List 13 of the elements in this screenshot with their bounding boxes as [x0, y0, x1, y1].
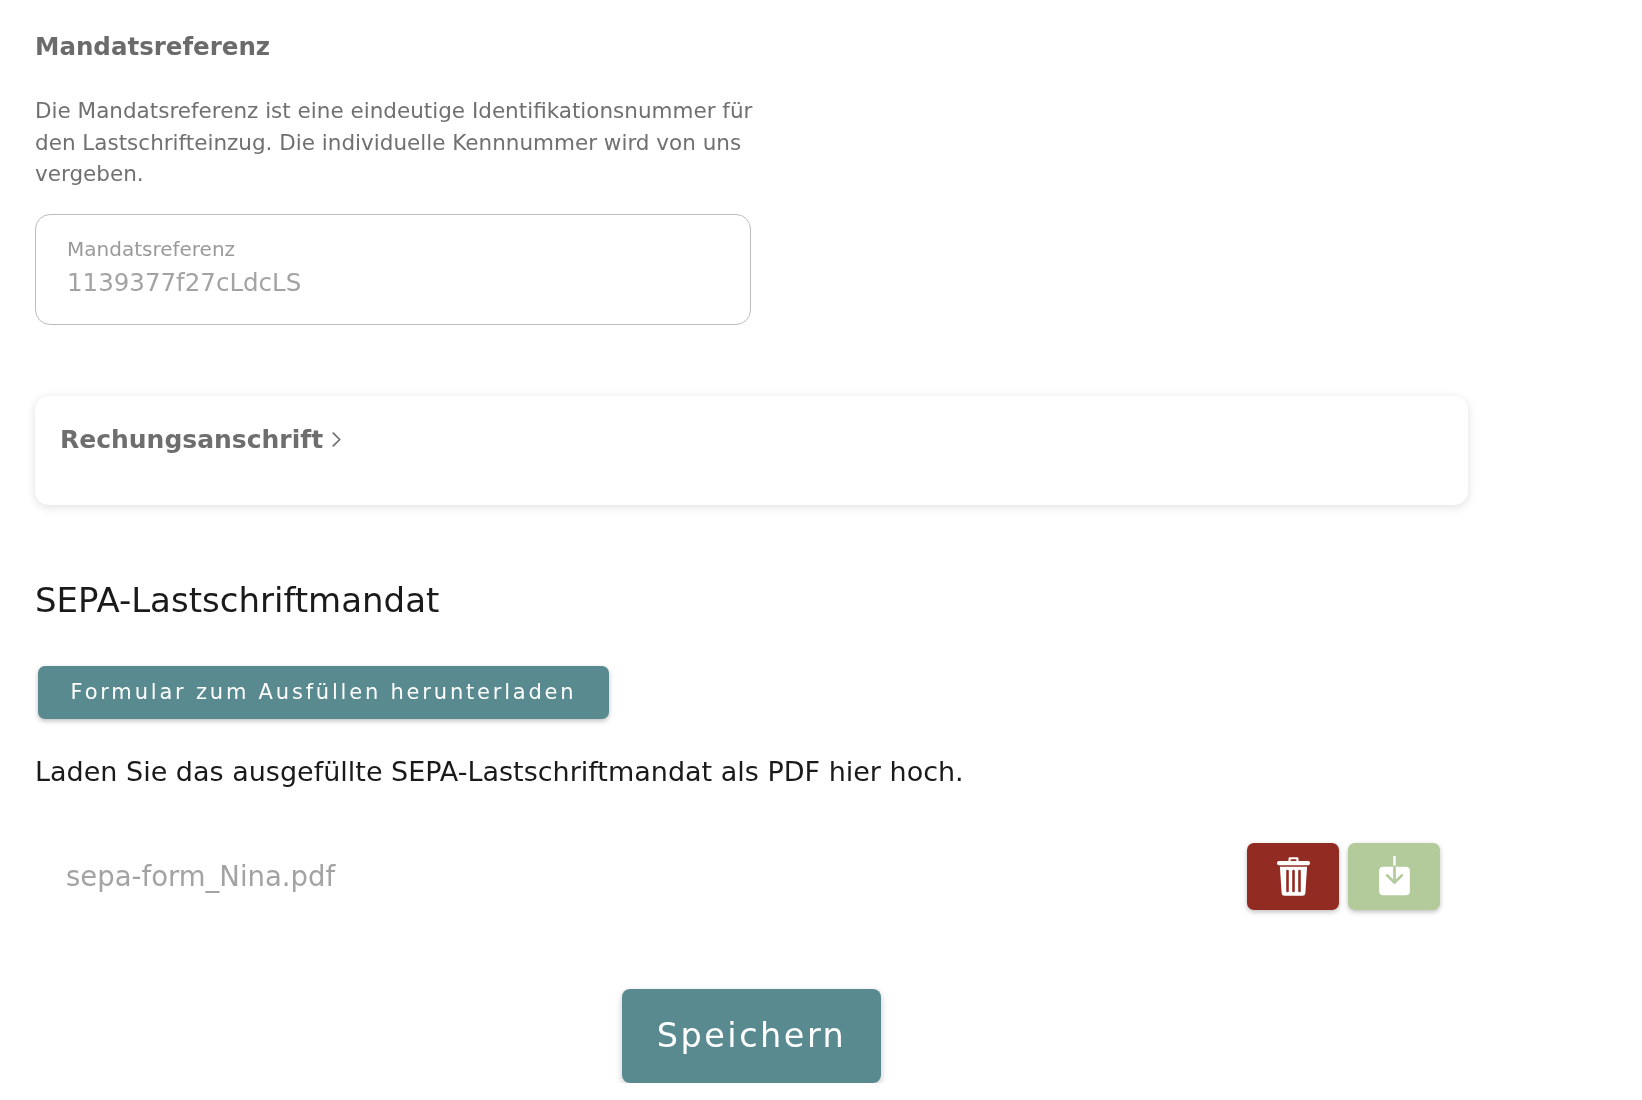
description-text: Die Mandatsreferenz ist eine eindeutige Identifikationsnummer für den Lastschrifteinzug. Die individuelle Kennnummer wird von uns vergeben.	[35, 97, 754, 188]
field-label: Mandatsreferenz	[67, 235, 236, 262]
section-heading: Mandatsreferenz	[35, 32, 271, 62]
delete-button[interactable]	[1247, 842, 1339, 910]
section-heading: SEPA-Lastschriftmandat	[35, 579, 440, 620]
mandate-reference-field[interactable]: Mandatsreferenz 1139377f27cLdcLS	[35, 213, 751, 325]
instruction-text: Laden Sie das ausgefüllte SEPA-Lastschriftmandat als PDF hier hoch.	[35, 755, 964, 788]
trash-icon	[1275, 856, 1311, 896]
download-form-button[interactable]: Formular zum Ausfüllen herunterladen	[38, 665, 609, 719]
save-button[interactable]: Speichern	[622, 988, 881, 1083]
download-icon	[1376, 856, 1412, 896]
file-name: sepa-form_Nina.pdf	[65, 859, 336, 893]
billing-address-toggle[interactable]: Rechungsanschrift	[60, 424, 342, 455]
